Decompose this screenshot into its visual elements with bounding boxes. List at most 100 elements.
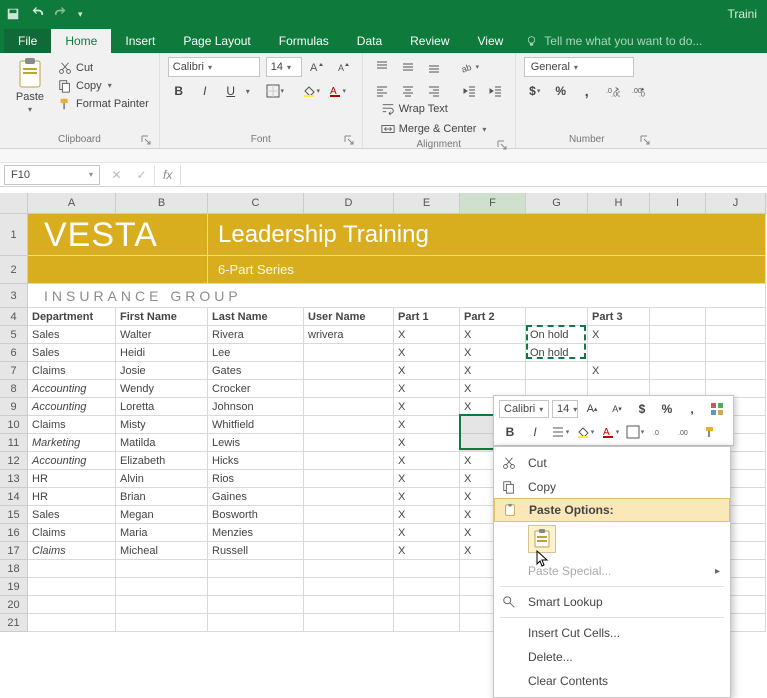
cell[interactable] (116, 596, 208, 614)
mini-increase-font-icon[interactable]: A▴ (581, 399, 603, 419)
col-header-H[interactable]: H (588, 193, 650, 213)
cell[interactable]: On hold (526, 326, 588, 344)
cell[interactable]: HR (28, 488, 116, 506)
percent-button[interactable]: % (550, 81, 572, 101)
cell[interactable]: Accounting (28, 452, 116, 470)
header-cell[interactable]: Part 2 (460, 308, 526, 326)
fx-icon[interactable]: fx (154, 165, 181, 185)
header-cell[interactable] (526, 308, 588, 326)
tab-data[interactable]: Data (343, 29, 396, 53)
mini-percent-icon[interactable]: % (656, 399, 678, 419)
row-header-6[interactable]: 6 (0, 344, 28, 362)
cell[interactable]: Rivera (208, 326, 304, 344)
col-header-I[interactable]: I (650, 193, 706, 213)
col-header-F[interactable]: F (460, 193, 526, 213)
row-2[interactable]: 26-Part Series (0, 256, 767, 284)
cell[interactable]: X (394, 362, 460, 380)
align-right-icon[interactable] (423, 81, 445, 101)
increase-decimal-icon[interactable]: .0.00 (602, 81, 624, 101)
mini-toolbar[interactable]: Calibri 14 A▴ A▾ $ % , B I A .0 .00 (493, 395, 734, 446)
select-all-corner[interactable] (0, 193, 28, 213)
row-header-19[interactable]: 19 (0, 578, 28, 596)
tab-review[interactable]: Review (396, 29, 463, 53)
cell[interactable] (304, 578, 394, 596)
mini-comma-icon[interactable]: , (681, 399, 703, 419)
decrease-font-icon[interactable]: A (332, 57, 354, 77)
decrease-decimal-icon[interactable]: .00.0 (628, 81, 650, 101)
row-3[interactable]: 3INSURANCE GROUP (0, 284, 767, 308)
cell[interactable] (304, 596, 394, 614)
cell[interactable]: Claims (28, 416, 116, 434)
cell[interactable] (208, 578, 304, 596)
tab-formulas[interactable]: Formulas (265, 29, 343, 53)
cell[interactable]: On hold (526, 344, 588, 362)
row-header-14[interactable]: 14 (0, 488, 28, 506)
bold-button[interactable]: B (168, 81, 190, 101)
cell[interactable] (208, 614, 304, 632)
cell[interactable]: X (394, 416, 460, 434)
cell[interactable]: Sales (28, 326, 116, 344)
cell[interactable] (304, 434, 394, 452)
col-header-C[interactable]: C (208, 193, 304, 213)
ctx-insert-cut[interactable]: Insert Cut Cells... (494, 621, 730, 645)
cell[interactable] (304, 470, 394, 488)
mini-fill-icon[interactable] (574, 422, 596, 442)
name-box[interactable]: F10▾ (4, 165, 100, 185)
italic-button[interactable]: I (194, 81, 216, 101)
col-header-D[interactable]: D (304, 193, 394, 213)
row-header-20[interactable]: 20 (0, 596, 28, 614)
cell[interactable]: Josie (116, 362, 208, 380)
cell[interactable]: Bosworth (208, 506, 304, 524)
row-header-5[interactable]: 5 (0, 326, 28, 344)
underline-button[interactable]: U (220, 81, 242, 101)
cell[interactable] (394, 614, 460, 632)
cell[interactable] (650, 326, 706, 344)
cell[interactable]: wrivera (304, 326, 394, 344)
cell[interactable] (706, 362, 766, 380)
mini-font-color-icon[interactable]: A (599, 422, 621, 442)
cell[interactable]: Hicks (208, 452, 304, 470)
row-header-8[interactable]: 8 (0, 380, 28, 398)
cell[interactable] (208, 560, 304, 578)
cell[interactable]: Sales (28, 344, 116, 362)
row-header-16[interactable]: 16 (0, 524, 28, 542)
column-headers[interactable]: ABCDEFGHIJ (0, 193, 767, 214)
cell[interactable]: Micheal (116, 542, 208, 560)
tab-file[interactable]: File (4, 29, 51, 53)
cell[interactable] (304, 542, 394, 560)
cell[interactable]: X (394, 326, 460, 344)
cell[interactable]: Marketing (28, 434, 116, 452)
header-cell[interactable]: Department (28, 308, 116, 326)
cell[interactable]: Russell (208, 542, 304, 560)
cell[interactable] (28, 614, 116, 632)
cell[interactable]: Alvin (116, 470, 208, 488)
cell[interactable] (588, 344, 650, 362)
tab-insert[interactable]: Insert (111, 29, 169, 53)
cell[interactable] (116, 560, 208, 578)
cell[interactable] (304, 452, 394, 470)
dialog-launcher-icon[interactable] (640, 135, 650, 145)
cell[interactable]: Wendy (116, 380, 208, 398)
row-header-9[interactable]: 9 (0, 398, 28, 416)
ctx-copy[interactable]: Copy (494, 475, 730, 499)
row-header-10[interactable]: 10 (0, 416, 28, 434)
cell[interactable]: X (394, 434, 460, 452)
align-middle-icon[interactable] (397, 57, 419, 77)
context-menu[interactable]: Cut Copy Paste Options: Paste Special...… (493, 446, 731, 698)
cell[interactable]: X (460, 344, 526, 362)
cell[interactable]: Maria (116, 524, 208, 542)
mini-font-select[interactable]: Calibri (499, 400, 549, 418)
row-header-1[interactable]: 1 (0, 214, 28, 256)
border-button[interactable] (264, 81, 286, 101)
redo-icon[interactable] (54, 7, 68, 21)
save-icon[interactable] (6, 7, 20, 21)
dialog-launcher-icon[interactable] (344, 135, 354, 145)
cell[interactable]: X (394, 344, 460, 362)
row-header-15[interactable]: 15 (0, 506, 28, 524)
header-cell[interactable]: Part 1 (394, 308, 460, 326)
cell[interactable]: Elizabeth (116, 452, 208, 470)
cell[interactable] (304, 344, 394, 362)
row-7[interactable]: 7ClaimsJosieGatesXXX (0, 362, 767, 380)
cell[interactable]: Claims (28, 524, 116, 542)
orientation-button[interactable]: ab (459, 57, 481, 77)
